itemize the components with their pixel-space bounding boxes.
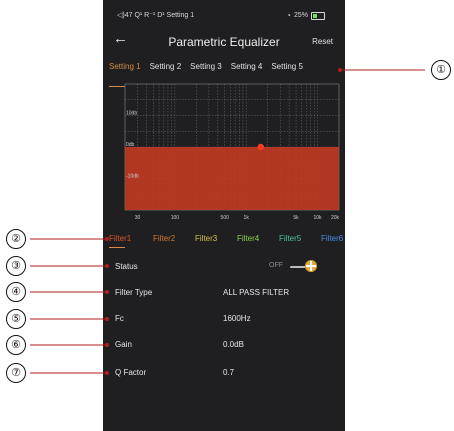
callout-dot-1 (338, 68, 342, 72)
callout-2: ② (6, 229, 26, 249)
callout-lines (30, 68, 425, 375)
callout-dot-7 (105, 371, 109, 375)
callout-dot-2 (105, 237, 109, 241)
callout-dot-4 (105, 290, 109, 294)
callout-5: ⑤ (6, 309, 26, 329)
callout-dot-5 (105, 317, 109, 321)
callout-4: ④ (6, 282, 26, 302)
callout-1: ① (431, 60, 451, 80)
callout-3: ③ (6, 256, 26, 276)
callout-dot-3 (105, 264, 109, 268)
callout-7: ⑦ (6, 363, 26, 383)
callout-6: ⑥ (6, 335, 26, 355)
callout-dot-6 (105, 343, 109, 347)
